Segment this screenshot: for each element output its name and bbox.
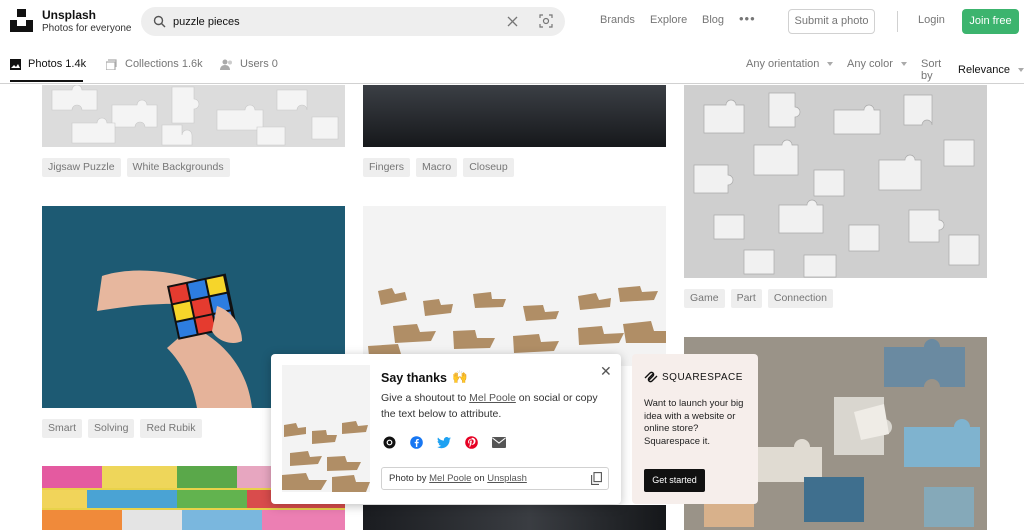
popup-thumbnail: [282, 365, 370, 492]
squarespace-brand: SQUARESPACE: [662, 371, 743, 383]
tab-photos[interactable]: Photos 1.4k: [10, 58, 86, 70]
pinterest-icon[interactable]: [465, 436, 478, 449]
chevron-down-icon: [900, 62, 907, 66]
login-link[interactable]: Login: [918, 14, 945, 26]
squarespace-ad[interactable]: SQUARESPACE Want to launch your big idea…: [632, 354, 758, 504]
puzzle-pieces-image: [684, 85, 987, 278]
popup-title-text: Say thanks: [381, 370, 448, 385]
attribution-box[interactable]: Photo by Mel Poole on Unsplash: [381, 467, 609, 490]
popup-description: Give a shoutout to Mel Poole on social o…: [381, 390, 613, 422]
unsplash-logo-icon[interactable]: [10, 9, 33, 32]
sort-prefix: Sort by: [921, 58, 942, 82]
tab-users[interactable]: Users 0: [220, 58, 278, 70]
brand-tagline: Photos for everyone: [42, 23, 132, 34]
puzzle-pattern: [42, 85, 345, 147]
tag-chip[interactable]: Solving: [88, 419, 135, 438]
credit-author-link[interactable]: Mel Poole: [429, 473, 471, 484]
threads-icon[interactable]: [383, 436, 396, 449]
popup-title: Say thanks 🙌: [381, 370, 468, 385]
brown-pieces-image: [363, 206, 666, 366]
credit-site-link[interactable]: Unsplash: [487, 473, 527, 484]
active-tab-indicator: [10, 80, 83, 82]
photo-tags: Smart Solving Red Rubik: [42, 419, 202, 438]
tab-collections-label: Collections 1.6k: [125, 58, 203, 70]
brand[interactable]: Unsplash Photos for everyone: [42, 8, 132, 35]
tab-users-label: Users 0: [240, 58, 278, 70]
close-icon[interactable]: ✕: [600, 363, 612, 380]
photo-dark-closeup-top[interactable]: [363, 85, 666, 147]
search-input[interactable]: [173, 12, 503, 31]
tag-chip[interactable]: Red Rubik: [140, 419, 202, 438]
search-icon: [153, 15, 166, 28]
color-filter-label: Any color: [847, 58, 893, 70]
search-tabs-bar: Photos 1.4k Collections 1.6k Users 0 Any…: [0, 42, 1024, 84]
submit-photo-button[interactable]: Submit a photo: [788, 9, 875, 34]
facebook-icon[interactable]: [410, 436, 423, 449]
tag-chip[interactable]: Connection: [767, 289, 833, 308]
tab-photos-label: Photos 1.4k: [28, 58, 87, 70]
tag-chip[interactable]: Game: [684, 289, 725, 308]
header-divider: [897, 11, 898, 32]
clear-search-icon[interactable]: [507, 16, 518, 27]
visual-search-icon[interactable]: [539, 14, 553, 28]
top-header: Unsplash Photos for everyone Brands Expl…: [0, 0, 1024, 42]
photo-white-puzzle-scatter[interactable]: [684, 85, 987, 278]
nav-blog[interactable]: Blog: [702, 14, 724, 26]
photo-white-puzzle-top[interactable]: [42, 85, 345, 147]
photo-brown-puzzle-pieces[interactable]: [363, 206, 666, 366]
chevron-down-icon: [1018, 68, 1024, 72]
tag-chip[interactable]: Part: [730, 289, 762, 308]
color-filter[interactable]: Any color: [847, 58, 907, 70]
search-bar[interactable]: [141, 7, 565, 36]
popup-thumbnail-image: [282, 365, 370, 492]
credit-mid: on: [474, 473, 485, 484]
get-started-button[interactable]: Get started: [644, 469, 705, 492]
nav-brands[interactable]: Brands: [600, 14, 635, 26]
ad-text: Want to launch your big idea with a webs…: [644, 398, 744, 447]
copy-icon[interactable]: [591, 472, 602, 485]
join-free-button[interactable]: Join free: [962, 9, 1019, 34]
sort-filter[interactable]: Sort by Relevance: [921, 58, 1024, 82]
photo-tags: Jigsaw Puzzle White Backgrounds: [42, 158, 230, 177]
chevron-down-icon: [827, 62, 834, 66]
nav-explore[interactable]: Explore: [650, 14, 687, 26]
email-icon[interactable]: [492, 437, 506, 448]
twitter-icon[interactable]: [437, 436, 451, 449]
collections-icon: [106, 58, 117, 70]
photo-tags: Fingers Macro Closeup: [363, 158, 514, 177]
tag-chip[interactable]: Macro: [416, 158, 458, 177]
orientation-filter-label: Any orientation: [746, 58, 820, 70]
raised-hands-icon: 🙌: [452, 370, 468, 384]
tag-chip[interactable]: Closeup: [463, 158, 514, 177]
credit-prefix: Photo by: [389, 473, 427, 484]
popup-desc-prefix: Give a shoutout to: [381, 392, 467, 404]
orientation-filter[interactable]: Any orientation: [746, 58, 834, 70]
tab-collections[interactable]: Collections 1.6k: [106, 58, 203, 70]
squarespace-logo-icon: [644, 371, 658, 383]
tag-chip[interactable]: Smart: [42, 419, 83, 438]
more-menu-icon[interactable]: •••: [739, 11, 756, 26]
sort-value: Relevance: [958, 64, 1010, 76]
photo-tags: Game Part Connection: [684, 289, 833, 308]
social-share-row: [383, 436, 506, 449]
brand-name: Unsplash: [42, 8, 97, 22]
author-link[interactable]: Mel Poole: [469, 392, 516, 404]
tag-chip[interactable]: White Backgrounds: [126, 158, 230, 177]
tag-chip[interactable]: Fingers: [363, 158, 411, 177]
photo-icon: [10, 58, 21, 70]
squarespace-logo: SQUARESPACE: [644, 371, 743, 383]
photo-dark-bottom[interactable]: [363, 505, 666, 530]
say-thanks-popup: Say thanks 🙌 Give a shoutout to Mel Pool…: [271, 354, 621, 504]
tag-chip[interactable]: Jigsaw Puzzle: [42, 158, 121, 177]
users-icon: [220, 59, 232, 70]
